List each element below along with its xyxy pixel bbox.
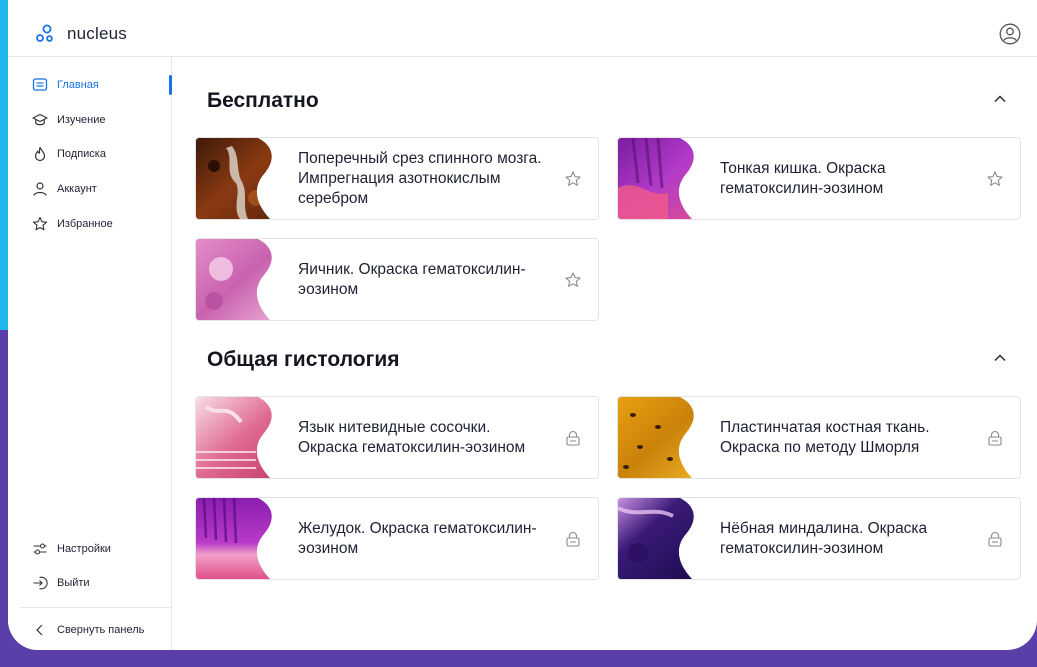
sidebar-item-settings[interactable]: Настройки xyxy=(8,535,172,563)
sidebar-item-learning[interactable]: Изучение xyxy=(8,106,172,134)
chevron-left-icon xyxy=(36,624,43,636)
sidebar-item-label: Аккаунт xyxy=(57,183,97,195)
chevron-up-icon[interactable] xyxy=(992,91,1008,107)
settings-sliders-icon xyxy=(33,543,47,555)
star-icon[interactable] xyxy=(564,271,582,289)
card-title: Поперечный срез спинного мозга. Импрегна… xyxy=(298,149,542,207)
sidebar-item-subscription[interactable]: Подписка xyxy=(8,140,172,168)
active-indicator xyxy=(169,75,172,95)
slide-card[interactable]: Нёбная миндалина. Окраска гематоксилин-э… xyxy=(617,497,1021,580)
slide-card[interactable]: Поперечный срез спинного мозга. Импрегна… xyxy=(195,137,599,220)
collapse-panel-label: Свернуть панель xyxy=(57,624,145,636)
slide-card[interactable]: Яичник. Окраска гематоксилин-эозином xyxy=(195,238,599,321)
sidebar-item-label: Подписка xyxy=(57,148,106,160)
user-icon xyxy=(33,182,47,196)
main-content: Бесплатно Поперечный срез спинного мозга… xyxy=(173,57,1037,650)
sidebar-item-favorites[interactable]: Избранное xyxy=(8,210,172,238)
card-title: Желудок. Окраска гематоксилин-эозином xyxy=(298,519,537,557)
sidebar-item-logout[interactable]: Выйти xyxy=(8,569,172,597)
lock-icon[interactable] xyxy=(564,530,582,548)
slide-card[interactable]: Тонкая кишка. Окраска гематоксилин-эозин… xyxy=(617,137,1021,220)
star-icon xyxy=(32,216,48,231)
sidebar-item-label: Главная xyxy=(57,79,99,91)
logout-icon xyxy=(33,576,48,590)
sidebar-item-account[interactable]: Аккаунт xyxy=(8,175,172,203)
card-title: Яичник. Окраска гематоксилин-эозином xyxy=(298,260,526,298)
lock-icon[interactable] xyxy=(986,530,1004,548)
sidebar: Главная Изучение Подписка Аккаунт Избран… xyxy=(8,57,172,650)
lock-icon[interactable] xyxy=(564,429,582,447)
logo[interactable]: nucleus xyxy=(35,24,127,44)
star-icon[interactable] xyxy=(564,170,582,188)
sidebar-item-label: Выйти xyxy=(57,577,90,589)
section-title-general-histology: Общая гистология xyxy=(207,348,400,371)
section-title-free: Бесплатно xyxy=(207,89,319,112)
card-title: Тонкая кишка. Окраска гематоксилин-эозин… xyxy=(720,159,886,197)
sidebar-item-label: Избранное xyxy=(57,218,113,230)
card-title: Нёбная миндалина. Окраска гематоксилин-э… xyxy=(720,519,928,557)
slide-card[interactable]: Пластинчатая костная ткань. Окраска по м… xyxy=(617,396,1021,479)
star-icon[interactable] xyxy=(986,170,1004,188)
sidebar-item-label: Изучение xyxy=(57,114,106,126)
graduation-cap-icon xyxy=(32,113,48,126)
top-bar: nucleus xyxy=(8,0,1037,57)
slide-thumbnail xyxy=(196,138,288,219)
slide-thumbnail xyxy=(196,239,288,320)
slide-thumbnail xyxy=(196,397,288,478)
slide-thumbnail xyxy=(618,498,710,579)
sidebar-item-label: Настройки xyxy=(57,543,111,555)
slide-card[interactable]: Язык нитевидные сосочки. Окраска гематок… xyxy=(195,396,599,479)
lock-icon[interactable] xyxy=(986,429,1004,447)
slide-card[interactable]: Желудок. Окраска гематоксилин-эозином xyxy=(195,497,599,580)
app-window: nucleus Главная Изучение Подписка Аккаун… xyxy=(8,0,1037,650)
chevron-up-icon[interactable] xyxy=(992,350,1008,366)
slide-thumbnail xyxy=(196,498,288,579)
card-title: Пластинчатая костная ткань. Окраска по м… xyxy=(720,418,930,456)
collapse-panel-button[interactable]: Свернуть панель xyxy=(8,616,172,644)
user-avatar-icon[interactable] xyxy=(999,23,1021,45)
flame-icon xyxy=(34,146,46,162)
slide-thumbnail xyxy=(618,138,710,219)
card-title: Язык нитевидные сосочки. Окраска гематок… xyxy=(298,418,526,456)
sidebar-item-home[interactable]: Главная xyxy=(8,71,172,99)
logo-icon xyxy=(36,24,53,42)
sidebar-divider xyxy=(20,607,172,608)
logo-text: nucleus xyxy=(67,24,127,43)
home-icon xyxy=(32,78,48,91)
slide-thumbnail xyxy=(618,397,710,478)
